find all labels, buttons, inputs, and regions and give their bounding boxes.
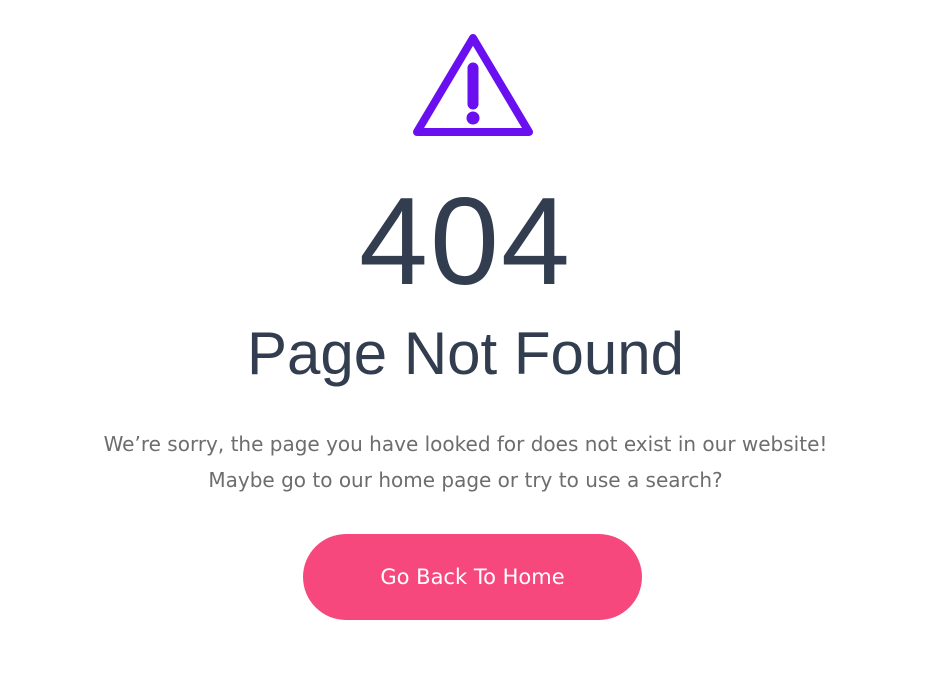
error-page: 404 Page Not Found We’re sorry, the page… [0, 0, 931, 683]
go-back-home-button[interactable]: Go Back To Home [303, 534, 642, 620]
error-message-line-2: Maybe go to our home page or try to use … [208, 468, 723, 492]
warning-triangle-icon [413, 34, 533, 136]
page-title: Page Not Found [247, 320, 684, 387]
error-message-line-1: We’re sorry, the page you have looked fo… [103, 432, 828, 456]
error-message: We’re sorry, the page you have looked fo… [0, 426, 931, 498]
error-code: 404 [359, 173, 572, 311]
